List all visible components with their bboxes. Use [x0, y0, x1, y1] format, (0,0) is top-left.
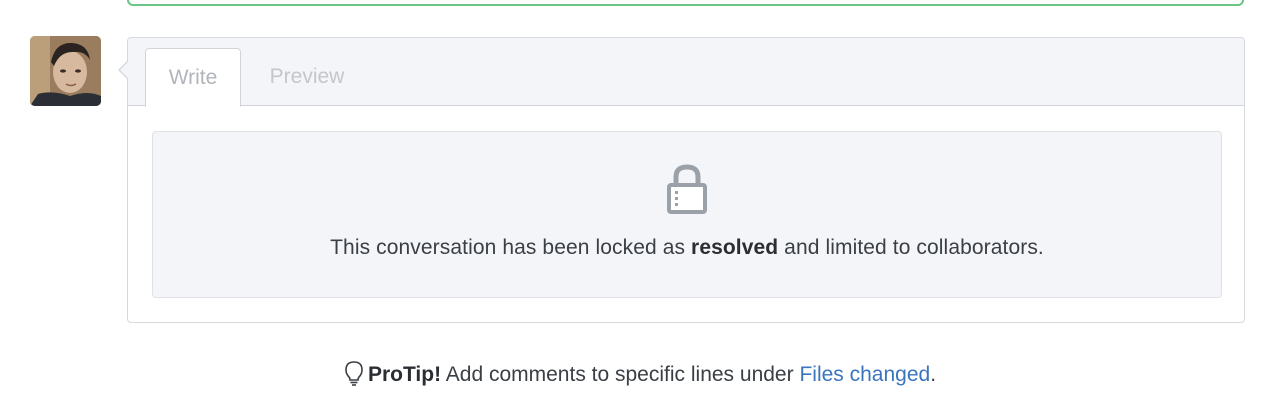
avatar-image [30, 36, 101, 106]
protip-text: Add comments to specific lines under [445, 363, 794, 386]
tab-preview[interactable]: Preview [252, 48, 362, 106]
tab-write[interactable]: Write [145, 48, 241, 107]
protip: ProTip! Add comments to specific lines u… [0, 360, 1280, 392]
locked-conversation-notice: This conversation has been locked as res… [152, 131, 1222, 298]
previous-comment-box [127, 0, 1244, 6]
files-changed-link[interactable]: Files changed [799, 363, 930, 386]
lock-icon [666, 163, 708, 215]
comment-form: Write Preview This conversation has been… [118, 37, 1245, 323]
protip-label: ProTip! [367, 363, 442, 386]
locked-reason: resolved [691, 236, 779, 259]
locked-text-after: and limited to collaborators. [784, 236, 1044, 259]
tab-nav: Write Preview [128, 38, 1244, 107]
locked-text-before: This conversation has been locked as [330, 236, 686, 259]
locked-message: This conversation has been locked as res… [153, 236, 1221, 260]
light-bulb-icon [344, 360, 364, 392]
comment-pointer-fill [120, 61, 129, 79]
protip-suffix: . [930, 363, 937, 386]
avatar[interactable] [30, 36, 101, 106]
page: Write Preview This conversation has been… [0, 0, 1280, 414]
